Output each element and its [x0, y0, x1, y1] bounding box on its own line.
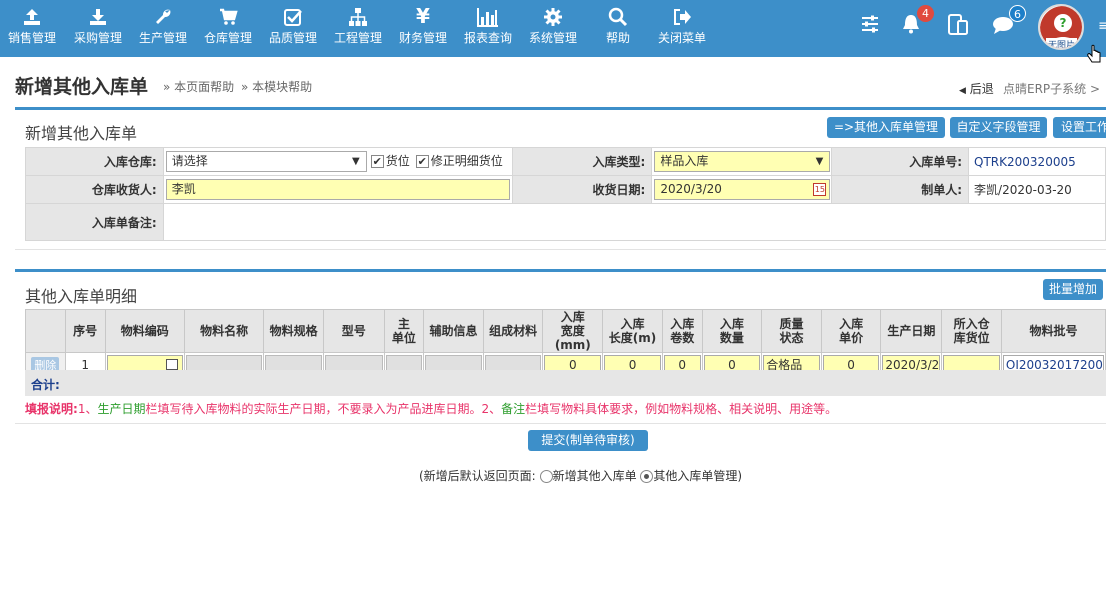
- yen-icon: ¥: [416, 4, 430, 28]
- divider: [15, 423, 1106, 424]
- col-header: 辅助信息: [423, 309, 484, 353]
- nav-close-menu[interactable]: 关闭菜单: [652, 0, 712, 57]
- help-page-link[interactable]: » 本页面帮助: [163, 78, 234, 95]
- col-header: 物料批号: [1000, 309, 1106, 353]
- header-form-table: 入库仓库: 请选择 ▼ ✔ 货位 ✔ 修正明细货位 入库类型: 样品入库 ▼ 入库单号: Q…: [25, 147, 1106, 241]
- receive-date-input[interactable]: 2020/3/20 15: [654, 179, 831, 200]
- nav-warehouse[interactable]: 仓库管理: [200, 0, 256, 57]
- return-page-options: (新增后默认返回页面: 新增其他入库单 其他入库单管理): [419, 469, 743, 483]
- col-header: 物料编码: [104, 309, 185, 353]
- nav-purchase[interactable]: 采购管理: [70, 0, 126, 57]
- bar-chart-icon: [460, 0, 516, 32]
- calendar-icon[interactable]: 15: [813, 183, 827, 196]
- page-title: 新增其他入库单: [15, 76, 149, 98]
- col-header: 主 单位: [383, 309, 425, 353]
- top-nav-bar: 销售管理 采购管理 生产管理 仓库管理 品质管理 工程管理 ¥ 财务管理 报表查…: [0, 0, 1106, 57]
- return-manage-radio[interactable]: [640, 470, 654, 483]
- sliders-icon[interactable]: [860, 14, 880, 37]
- type-select[interactable]: 样品入库 ▼: [654, 151, 831, 172]
- nav-sales[interactable]: 销售管理: [4, 0, 60, 57]
- col-header: 序号: [64, 309, 106, 353]
- col-header: 物料名称: [183, 309, 265, 353]
- cursor-hand-icon: [1087, 44, 1103, 69]
- return-new-radio[interactable]: [539, 470, 553, 483]
- caret-left-icon: ◀: [959, 86, 966, 96]
- message-badge: 6: [1009, 5, 1026, 22]
- col-header: 生产日期: [880, 309, 943, 353]
- avatar[interactable]: ? 无图片: [1038, 4, 1084, 50]
- col-header: 组成材料: [482, 309, 544, 353]
- col-header: 物料规格: [263, 309, 324, 353]
- col-header: 入库 宽度(mm): [542, 309, 604, 353]
- nav-production[interactable]: 生产管理: [135, 0, 191, 57]
- table-header-row: 序号 物料编码 物料名称 物料规格 型号 主 单位 辅助信息 组成材料 入库 宽…: [25, 309, 1106, 353]
- submit-button[interactable]: 提交(制单待审核): [528, 430, 648, 451]
- nav-help[interactable]: 帮助: [590, 0, 646, 57]
- custom-field-button[interactable]: 自定义字段管理: [950, 117, 1047, 138]
- batch-add-button[interactable]: 批量增加: [1043, 279, 1103, 300]
- order-no-label: 入库单号:: [831, 147, 970, 176]
- devices-icon[interactable]: [946, 13, 970, 40]
- col-actions: [25, 309, 66, 353]
- location-checkbox[interactable]: ✔: [370, 155, 384, 168]
- fix-location-label: 修正明细货位: [430, 154, 503, 168]
- notification-badge: 4: [917, 5, 934, 22]
- detail-panel-border: [15, 269, 1106, 272]
- nav-system[interactable]: 系统管理: [525, 0, 581, 57]
- location-checkbox-label: 货位: [385, 154, 410, 168]
- order-no-value: QTRK200320005: [968, 147, 1106, 176]
- lookup-icon[interactable]: [165, 358, 178, 370]
- col-header: 入库 长度(m): [602, 309, 663, 353]
- avatar-text: 无图片: [1046, 38, 1078, 48]
- dropdown-arrow-icon: ▼: [351, 156, 360, 167]
- col-header: 入库 数量: [701, 309, 763, 353]
- breadcrumb[interactable]: 点晴ERP子系统 >: [1003, 80, 1100, 97]
- fix-location-checkbox[interactable]: ✔: [415, 155, 429, 168]
- wrench-icon: [135, 0, 191, 32]
- total-label: 合计:: [31, 378, 60, 392]
- more-menu-fragment[interactable]: ≡: [1098, 18, 1106, 34]
- detail-panel-title: 其他入库单明细: [25, 287, 138, 306]
- total-row: 合计:: [25, 370, 1106, 396]
- fill-instructions: 填报说明:1、生产日期栏填写待入库物料的实际生产日期，不要录入为产品进库日期。2…: [25, 402, 838, 416]
- gear-icon: [525, 0, 581, 32]
- col-header: 入库 单价: [820, 309, 882, 353]
- warehouse-select[interactable]: 请选择 ▼: [165, 151, 367, 172]
- receiver-input[interactable]: 李凯: [165, 179, 510, 200]
- nav-finance[interactable]: ¥ 财务管理: [395, 0, 451, 57]
- divider: [15, 249, 1106, 250]
- upload-icon: [4, 0, 60, 32]
- workflow-settings-button[interactable]: 设置工作: [1053, 117, 1106, 138]
- nav-quality[interactable]: 品质管理: [265, 0, 321, 57]
- back-link[interactable]: ◀ 后退: [959, 80, 994, 97]
- download-icon: [70, 0, 126, 32]
- date-label: 收货日期:: [511, 175, 653, 204]
- receiver-label: 仓库收货人:: [25, 175, 164, 204]
- col-header: 型号: [322, 309, 385, 353]
- remark-label: 入库单备注:: [25, 203, 164, 241]
- search-icon: [590, 0, 646, 32]
- maker-label: 制单人:: [831, 175, 970, 204]
- remark-input[interactable]: [162, 203, 1106, 241]
- cart-icon: [200, 0, 256, 32]
- warehouse-label: 入库仓库:: [25, 147, 164, 176]
- sitemap-icon: [330, 0, 386, 32]
- type-label: 入库类型:: [511, 147, 653, 176]
- dropdown-arrow-icon: ▼: [815, 156, 824, 167]
- sign-out-icon: [652, 0, 712, 32]
- nav-engineering[interactable]: 工程管理: [330, 0, 386, 57]
- form-panel-border: [15, 107, 1106, 110]
- col-header: 质量 状态: [761, 309, 822, 353]
- checkbox-icon: [265, 0, 321, 32]
- manage-list-button[interactable]: =>其他入库单管理: [827, 117, 945, 138]
- svg-text:?: ?: [1060, 16, 1067, 30]
- nav-reports[interactable]: 报表查询: [460, 0, 516, 57]
- col-header: 所入仓 库货位: [941, 309, 1002, 353]
- detail-table: 序号 物料编码 物料名称 物料规格 型号 主 单位 辅助信息 组成材料 入库 宽…: [25, 309, 1106, 377]
- col-header: 入库 卷数: [661, 309, 703, 353]
- form-panel-title: 新增其他入库单: [25, 124, 138, 143]
- help-module-link[interactable]: » 本模块帮助: [241, 78, 312, 95]
- maker-value: 李凯/2020-03-20: [968, 175, 1106, 204]
